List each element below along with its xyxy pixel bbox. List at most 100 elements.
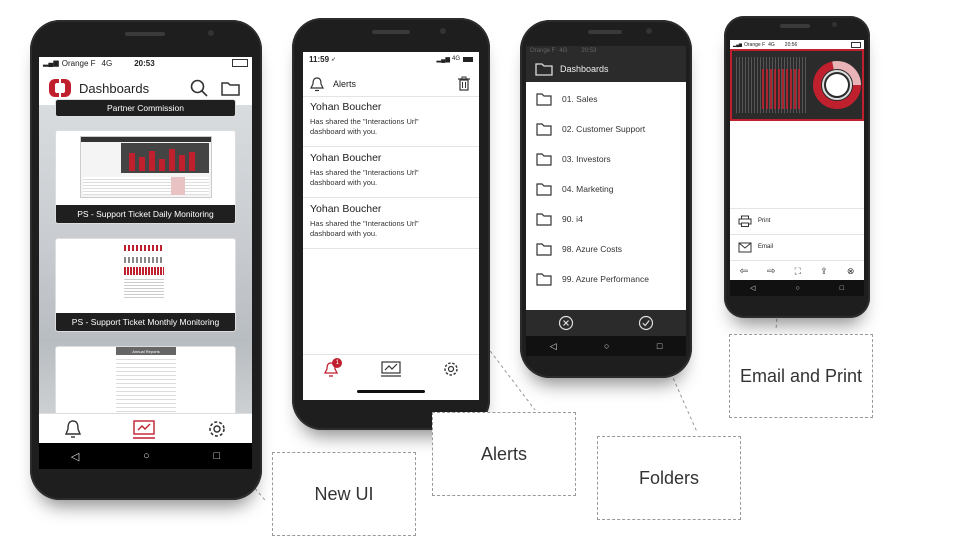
folder-label: 02. Customer Support — [562, 124, 646, 134]
folder-icon — [536, 183, 552, 196]
recents-icon[interactable]: □ — [657, 341, 662, 351]
close-circle-icon[interactable]: ⊗ — [847, 266, 855, 277]
email-menu-item[interactable]: Email — [730, 234, 864, 259]
folder-label: 03. Investors — [562, 154, 611, 164]
phone-email-print: ▂▄▆ Orange F 4G 20:56 Print Email ⇦ ⇨ ⛶ … — [724, 16, 870, 318]
page-title: Dashboards — [560, 64, 609, 74]
folder-item[interactable]: 99. Azure Performance — [526, 266, 686, 292]
callout-email-print: Email and Print — [729, 334, 873, 418]
gear-icon[interactable] — [443, 361, 459, 377]
phone-folders: Orange F 4G 20:53 Dashboards 01. Sales 0… — [520, 20, 692, 378]
folder-icon — [536, 213, 552, 226]
dashboard-thumbnail — [116, 359, 176, 415]
alert-sender: Yohan Boucher — [310, 203, 382, 215]
phone-new-ui: ▂▄▆ Orange F 4G 20:53 Dashboards Partner… — [30, 20, 262, 500]
folder-label: 90. i4 — [562, 214, 583, 224]
cancel-icon[interactable] — [558, 315, 574, 331]
status-bar: Orange F 4G 20:53 — [526, 46, 686, 56]
dashboard-card[interactable]: PS - Support Ticket Monthly Monitoring — [55, 238, 236, 332]
dashboard-card-partial[interactable]: Partner Commission — [55, 99, 236, 117]
dashboard-icon[interactable] — [380, 360, 402, 378]
back-icon[interactable]: ◁ — [71, 450, 79, 463]
battery-icon — [463, 56, 473, 62]
recents-icon[interactable]: □ — [213, 450, 220, 462]
android-nav-bar: ◁ ○ □ — [526, 336, 686, 356]
status-bar: ▂▄▆ Orange F 4G 20:56 — [730, 40, 864, 49]
callout-folders: Folders — [597, 436, 741, 520]
callout-label: Folders — [638, 467, 700, 488]
print-label: Print — [758, 218, 771, 224]
home-indicator[interactable] — [357, 390, 425, 393]
folder-icon — [535, 63, 553, 76]
dashboard-preview — [730, 49, 864, 121]
status-bar: ▂▄▆ Orange F 4G 20:53 — [39, 57, 252, 69]
home-icon[interactable]: ○ — [795, 285, 799, 292]
phone-speaker — [125, 32, 165, 36]
notification-badge: 1 — [332, 358, 343, 368]
confirm-icon[interactable] — [638, 315, 654, 331]
bottom-tab-bar — [39, 413, 252, 443]
carrier-label: Orange F — [744, 41, 766, 48]
trash-icon[interactable] — [457, 76, 471, 92]
fullscreen-icon[interactable]: ⛶ — [795, 266, 801, 277]
share-icon[interactable]: ⇪ — [820, 266, 828, 277]
folder-item[interactable]: 01. Sales — [526, 86, 686, 112]
folder-icon — [536, 93, 552, 106]
folder-item[interactable]: 03. Investors — [526, 146, 686, 172]
folders-header: Dashboards — [526, 56, 686, 82]
print-menu-item[interactable]: Print — [730, 208, 864, 233]
mail-icon — [738, 242, 752, 252]
status-bar: 11:59 ➶ ▂▄▆ 4G — [303, 52, 479, 66]
bell-icon[interactable] — [64, 419, 82, 439]
callout-label: Alerts — [480, 443, 527, 464]
dashboard-thumbnail — [124, 243, 164, 303]
signal-icon: ▂▄▆ — [733, 42, 742, 47]
folder-item[interactable]: 04. Marketing — [526, 176, 686, 202]
search-icon[interactable] — [190, 79, 208, 97]
clock: 20:53 — [134, 58, 155, 68]
bell-icon — [310, 77, 324, 92]
alert-message: Has shared the "Interactions Url" dashbo… — [310, 219, 419, 238]
alert-item[interactable]: Yohan Boucher Has shared the "Interactio… — [303, 147, 479, 198]
folder-icon — [536, 243, 552, 256]
card-caption: PS - Support Ticket Daily Monitoring — [56, 205, 235, 223]
clock: 11:59 — [309, 54, 330, 64]
card-thumb-header: Annual Reports — [116, 347, 176, 355]
alert-message: Has shared the "Interactions Url" dashbo… — [310, 168, 419, 187]
android-nav-bar: ◁ ○ □ — [39, 443, 252, 469]
dashboard-icon[interactable] — [131, 418, 157, 440]
location-icon: ➶ — [331, 56, 337, 63]
folder-item[interactable]: 98. Azure Costs — [526, 236, 686, 262]
back-icon[interactable]: ◁ — [550, 341, 557, 352]
back-icon[interactable]: ◁ — [750, 284, 755, 292]
folder-item[interactable]: 02. Customer Support — [526, 116, 686, 142]
page-title: Alerts — [333, 79, 357, 89]
home-icon[interactable]: ○ — [604, 341, 609, 351]
card-caption: Partner Commission — [56, 100, 235, 116]
folder-item[interactable]: 90. i4 — [526, 206, 686, 232]
folder-label: 98. Azure Costs — [562, 244, 623, 254]
home-icon[interactable]: ○ — [143, 450, 150, 462]
arrow-right-icon[interactable]: ⇨ — [767, 266, 775, 277]
folder-action-bar — [526, 310, 686, 336]
alert-item[interactable]: Yohan Boucher Has shared the "Interactio… — [303, 96, 479, 147]
folder-icon[interactable] — [220, 79, 242, 97]
alert-item[interactable]: Yohan Boucher Has shared the "Interactio… — [303, 198, 479, 249]
network-label: 4G — [559, 48, 568, 54]
phone-speaker — [780, 24, 810, 28]
recents-icon[interactable]: □ — [840, 285, 844, 292]
battery-icon — [851, 41, 861, 48]
preview-donut-chart — [813, 61, 861, 109]
folder-label: 01. Sales — [562, 94, 598, 104]
arrow-left-icon[interactable]: ⇦ — [740, 266, 748, 277]
alerts-tab[interactable]: 1 — [323, 358, 343, 378]
carrier-label: Orange F — [61, 58, 96, 68]
gear-icon[interactable] — [207, 419, 227, 439]
phone-speaker — [372, 30, 410, 34]
network-label: 4G — [101, 58, 113, 68]
folder-icon — [536, 123, 552, 136]
phone-camera — [440, 28, 446, 34]
folder-icon — [536, 153, 552, 166]
dashboard-card[interactable]: PS - Support Ticket Daily Monitoring — [55, 130, 236, 224]
clock: 20:53 — [581, 48, 597, 54]
